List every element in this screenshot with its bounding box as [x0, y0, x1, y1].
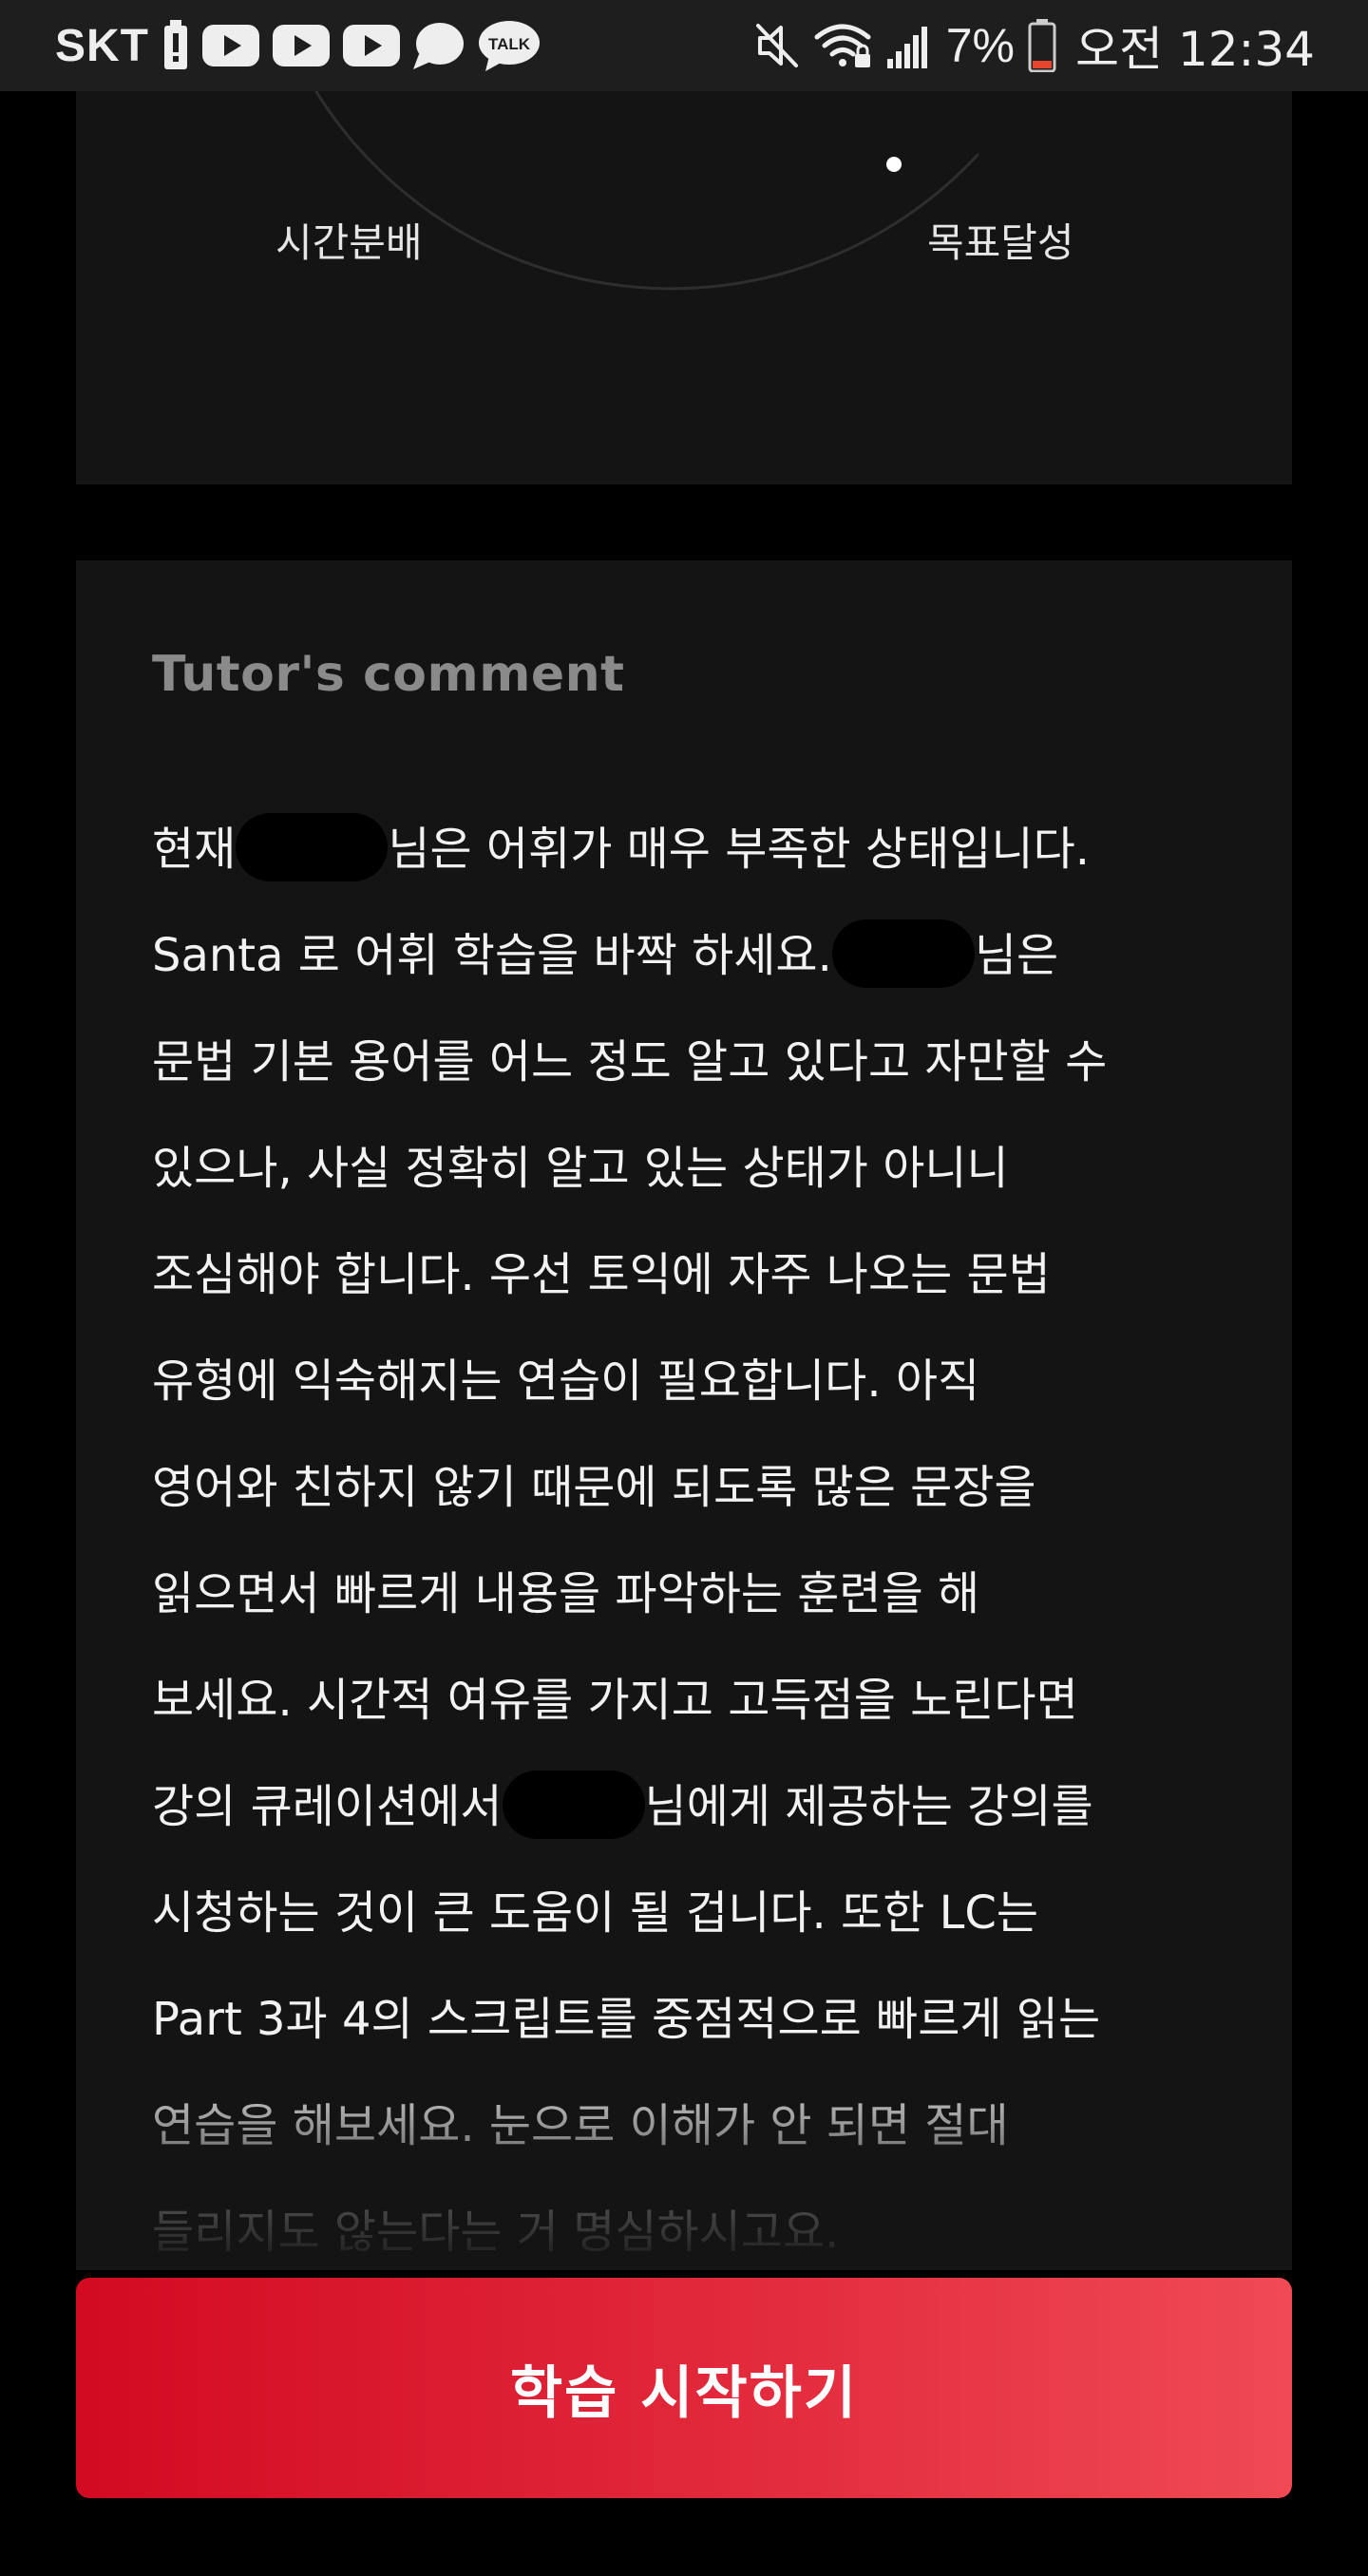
- kakaotalk-icon: TALK: [478, 20, 541, 71]
- comment-text: 님에게 제공하는 강의를: [644, 1780, 1093, 1833]
- status-bar-left: SKT TALK: [55, 0, 541, 91]
- comment-text: 현재: [152, 823, 237, 876]
- start-learning-button[interactable]: 학습 시작하기: [76, 2278, 1292, 2498]
- youtube-icon: [343, 25, 400, 66]
- tutor-comment-card: Tutor's comment 현재 님은 어휘가 매우 부족한 상태입니다. S…: [76, 560, 1292, 2270]
- comment-line: 시청하는 것이 큰 도움이 될 겁니다. 또한 LC는: [152, 1886, 1039, 1940]
- comment-line: Santa 로 어휘 학습을 바짝 하세요. 님은: [152, 902, 1235, 1009]
- mute-icon: [754, 22, 800, 69]
- radar-label-goal-achievement: 목표달성: [927, 219, 1074, 266]
- comment-line: 문법 기본 용어를 어느 정도 알고 있다고 자만할 수: [152, 1035, 1108, 1089]
- clock-time: 오전 12:34: [1075, 22, 1315, 77]
- carrier-name: SKT: [55, 20, 149, 71]
- redacted-name: [831, 919, 975, 988]
- comment-line: 보세요. 시간적 여유를 가지고 고득점을 노린다면: [152, 1674, 1078, 1727]
- signal-icon: [885, 23, 933, 68]
- radar-data-point-goal: [886, 157, 902, 172]
- comment-text: 님은 어휘가 매우 부족한 상태입니다.: [388, 823, 1091, 876]
- comment-line: 연습을 해보세요. 눈으로 이해가 안 되면 절대: [152, 2099, 1009, 2152]
- battery-low-icon: [1028, 19, 1056, 72]
- chat-bubble-icon: [413, 22, 465, 69]
- screen: SKT TALK 7% 오전 12:34 시간분배 목표달성 Tutor's c…: [0, 0, 1368, 2576]
- radar-label-time-allocation: 시간분배: [276, 219, 423, 266]
- comment-text: 강의 큐레이션에서: [152, 1780, 503, 1833]
- redacted-name: [236, 813, 389, 881]
- status-bar-right: 7% 오전 12:34: [754, 0, 1315, 91]
- comment-line: 읽으면서 빠르게 내용을 파악하는 훈련을 해: [152, 1567, 980, 1620]
- comment-line: 있으나, 사실 정확히 알고 있는 상태가 아니니: [152, 1142, 1009, 1195]
- battery-alert-icon: [162, 20, 189, 71]
- youtube-icon: [202, 25, 259, 66]
- redacted-name: [502, 1771, 645, 1839]
- tutor-comment-body: 현재 님은 어휘가 매우 부족한 상태입니다. Santa 로 어휘 학습을 바짝…: [152, 796, 1235, 2270]
- comment-line: 영어와 친하지 않기 때문에 되도록 많은 문장을: [152, 1461, 1036, 1514]
- comment-text: Santa 로 어휘 학습을 바짝 하세요.: [152, 929, 832, 982]
- comment-line: 들리지도 않는다는 거 명심하시고요.: [152, 2206, 840, 2259]
- comment-line: Part 3과 4의 스크립트를 중점적으로 빠르게 읽는: [152, 1993, 1101, 2046]
- wifi-icon: [813, 22, 872, 69]
- comment-text: 님은: [974, 929, 1059, 982]
- comment-line: 유형에 익숙해지는 연습이 필요합니다. 아직: [152, 1354, 980, 1408]
- kakaotalk-badge-text: TALK: [488, 35, 531, 53]
- battery-percent: 7%: [945, 19, 1015, 72]
- tutor-comment-title: Tutor's comment: [152, 646, 625, 703]
- comment-line: 조심해야 합니다. 우선 토익에 자주 나오는 문법: [152, 1248, 1051, 1301]
- comment-line: 현재 님은 어휘가 매우 부족한 상태입니다.: [152, 796, 1235, 902]
- status-bar: SKT TALK 7% 오전 12:34: [0, 0, 1368, 91]
- youtube-icon: [273, 25, 330, 66]
- comment-line: 강의 큐레이션에서 님에게 제공하는 강의를: [152, 1753, 1235, 1860]
